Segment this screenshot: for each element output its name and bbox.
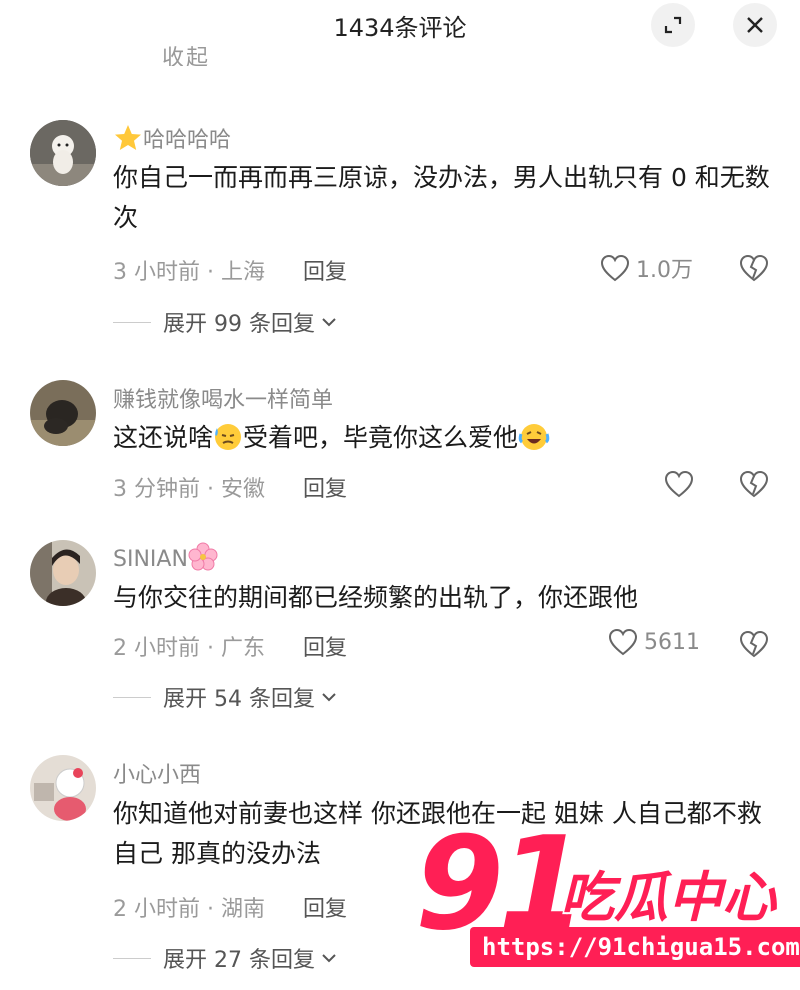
comment-text: 你自己一而再而再三原谅，没办法，男人出轨只有 0 和无数次	[113, 163, 770, 232]
comment-username[interactable]: 小心小西	[113, 757, 201, 789]
broken-heart-icon[interactable]	[739, 469, 769, 499]
chevron-down-icon	[322, 693, 336, 702]
comment-time-location: 2 小时前 · 广东	[113, 636, 265, 661]
reply-button[interactable]: 回复	[303, 630, 347, 662]
like-button[interactable]: 5611	[608, 628, 700, 656]
comment-text: 与你交往的期间都已经频繁的出轨了，你还跟他	[113, 583, 639, 612]
divider-line	[113, 957, 151, 959]
comment-username[interactable]: 哈哈哈哈	[113, 122, 231, 154]
close-button[interactable]	[733, 3, 777, 47]
chevron-down-icon	[322, 318, 336, 327]
watermark-url: https://91chigua15.com	[470, 927, 800, 967]
avatar[interactable]	[30, 755, 96, 821]
broken-heart-icon[interactable]	[739, 629, 769, 659]
reply-button[interactable]: 回复	[303, 891, 347, 923]
like-count: 5611	[644, 629, 700, 655]
divider-line	[113, 321, 151, 323]
reply-button[interactable]: 回复	[303, 254, 347, 286]
avatar-girl-image	[30, 540, 96, 606]
crying-laughing-emoji-icon	[518, 424, 550, 450]
avatar[interactable]	[30, 120, 96, 186]
heart-icon	[600, 254, 630, 282]
comment-time-location: 3 分钟前 · 安徽	[113, 477, 265, 502]
expand-replies-link[interactable]: 展开 54 条回复	[113, 681, 337, 713]
watermark-logo: 91 吃瓜中心 https://91chigua15.com	[405, 810, 800, 990]
watermark-site-name: 吃瓜中心	[560, 866, 776, 929]
avatar[interactable]	[30, 380, 96, 446]
expand-replies-label: 展开 27 条回复	[163, 948, 315, 973]
expand-replies-link[interactable]: 展开 27 条回复	[113, 942, 337, 974]
like-count: 1.0万	[636, 258, 693, 283]
avatar-dog-image	[30, 120, 96, 186]
expand-replies-link[interactable]: 展开 99 条回复	[113, 306, 337, 338]
heart-icon	[608, 628, 638, 656]
expand-icon	[664, 16, 682, 34]
heart-icon[interactable]	[664, 469, 694, 499]
avatar-black-dog-image	[30, 380, 96, 446]
divider-line	[113, 696, 151, 698]
reply-button[interactable]: 回复	[303, 471, 347, 503]
chevron-down-icon	[322, 954, 336, 963]
close-icon	[747, 17, 763, 33]
comment-username[interactable]: SINIAN	[113, 542, 218, 572]
expand-replies-label: 展开 54 条回复	[163, 687, 315, 712]
comment-text: 这还说啥 受着吧，毕竟你这么爱他	[113, 418, 773, 458]
cherry-blossom-icon	[188, 542, 218, 571]
comment-time-location: 2 小时前 · 湖南	[113, 897, 265, 922]
expand-replies-label: 展开 99 条回复	[163, 312, 315, 337]
expand-button[interactable]	[651, 3, 695, 47]
star-icon	[115, 125, 141, 150]
like-button[interactable]: 1.0万	[600, 252, 693, 284]
comment-username[interactable]: 赚钱就像喝水一样简单	[113, 382, 333, 414]
avatar[interactable]	[30, 540, 96, 606]
broken-heart-icon[interactable]	[739, 253, 769, 283]
avatar-hello-kitty-image	[30, 755, 96, 821]
sweat-face-emoji-icon	[215, 424, 242, 450]
comment-time-location: 3 小时前 · 上海	[113, 260, 265, 285]
comments-header: 1434条评论	[0, 0, 800, 52]
collapse-link-fragment[interactable]: 收起	[162, 46, 210, 66]
